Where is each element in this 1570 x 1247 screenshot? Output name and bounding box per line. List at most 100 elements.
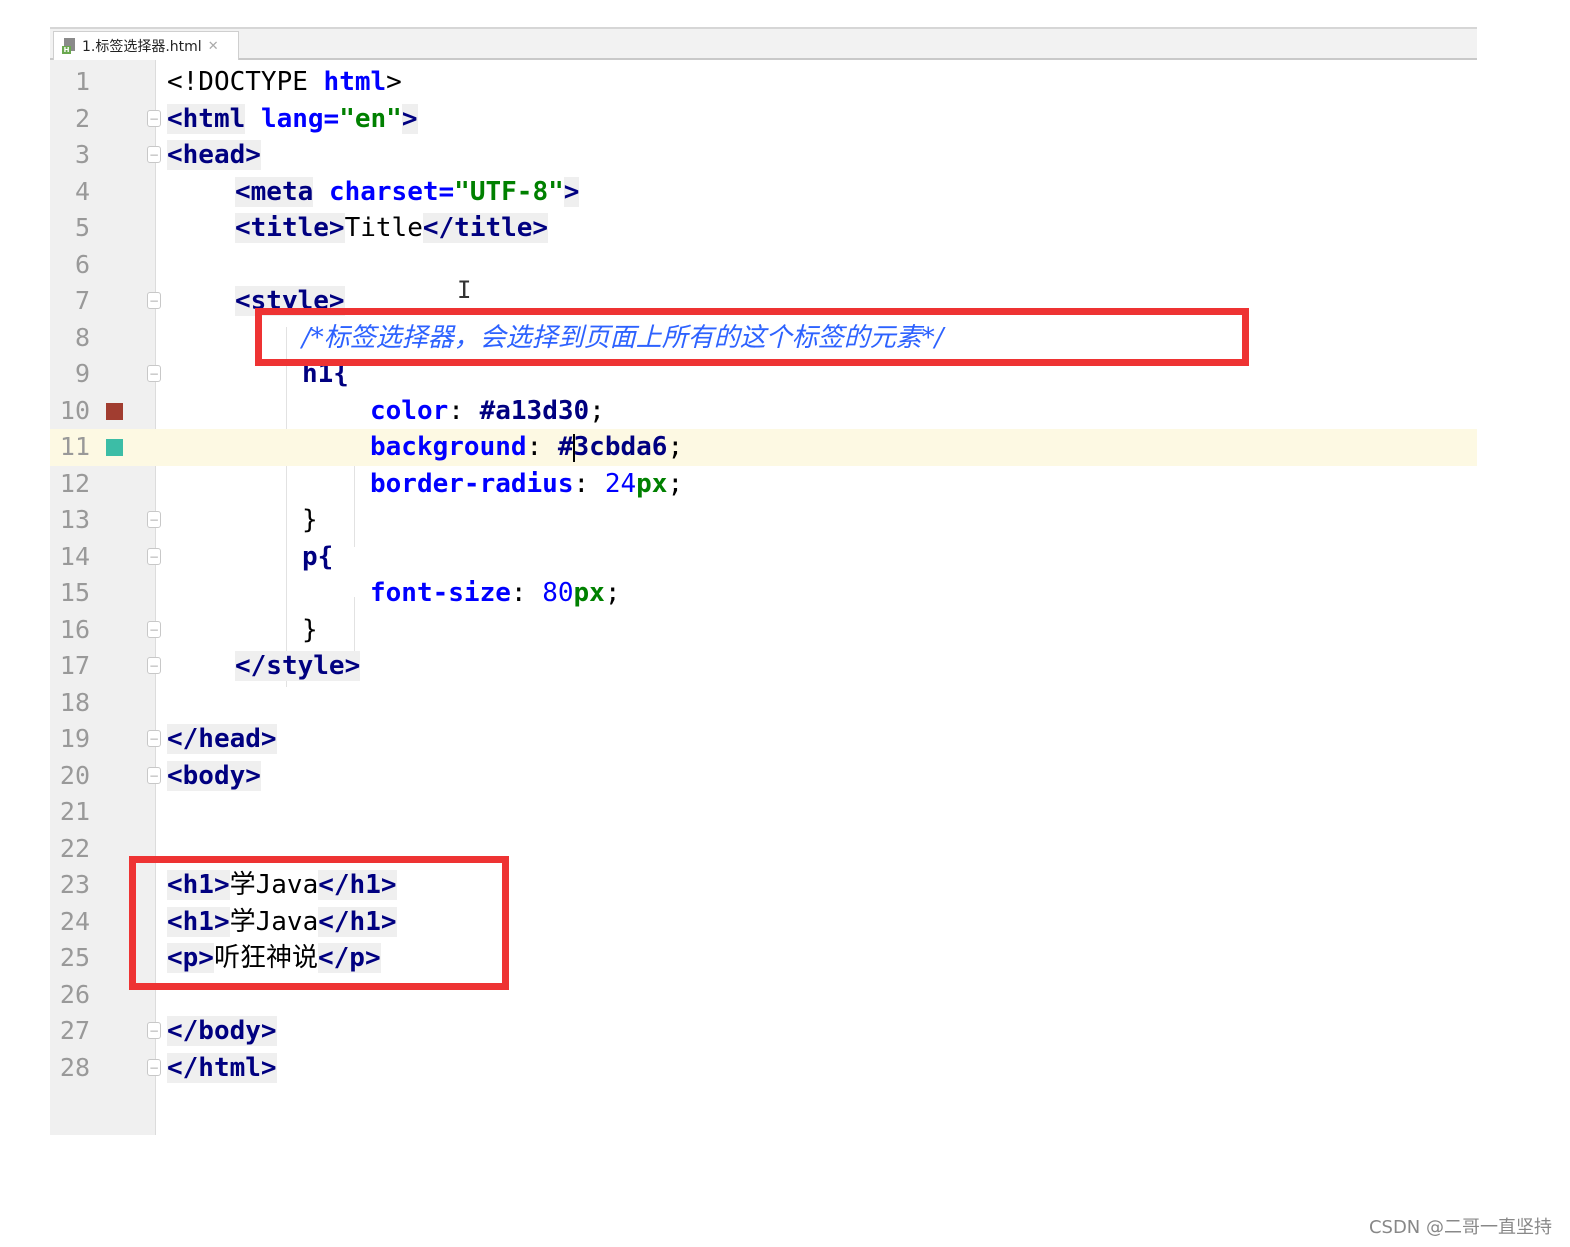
line-number: 19: [59, 724, 90, 753]
line-number: 22: [59, 833, 90, 863]
code-text[interactable]: </head>: [167, 721, 277, 758]
fold-toggle-icon[interactable]: −: [147, 766, 161, 784]
value-token: #: [557, 432, 574, 462]
annotation-box-comment: [255, 308, 1249, 366]
fold-toggle-icon[interactable]: −: [147, 547, 161, 565]
color-swatch-icon[interactable]: [106, 439, 123, 456]
line-number: 15: [59, 578, 90, 607]
attr-token: lang=: [260, 103, 340, 134]
property-token: border-radius: [370, 468, 574, 499]
line-number: 18: [59, 687, 90, 717]
tag-token: </title>: [422, 213, 549, 243]
code-text[interactable]: </html>: [167, 1050, 277, 1087]
line-number: 28: [59, 1052, 90, 1082]
string-token: "en": [339, 103, 402, 134]
code-line: 28 − </html>: [50, 1050, 1477, 1087]
fold-toggle-icon[interactable]: −: [147, 1022, 161, 1039]
colon-token: :: [448, 395, 480, 426]
line-number: 21: [59, 797, 90, 826]
fold-toggle-icon[interactable]: −: [147, 511, 161, 528]
tag-token: <html: [167, 103, 246, 134]
code-text[interactable]: <!DOCTYPE html>: [167, 64, 402, 101]
code-line: 2 − <html lang="en">: [50, 101, 1477, 138]
line-number: 27: [59, 1016, 90, 1045]
tag-token: >: [563, 176, 580, 207]
code-line: 27 − </body>: [50, 1013, 1477, 1050]
code-text[interactable]: border-radius: 24px;: [370, 466, 683, 503]
code-text[interactable]: color: #a13d30;: [370, 393, 605, 430]
code-text[interactable]: </style>: [235, 648, 361, 685]
code-line: 14 − p{: [50, 539, 1477, 576]
line-number: 7: [74, 286, 90, 315]
fold-toggle-icon[interactable]: −: [147, 109, 161, 127]
code-text[interactable]: background: #3cbda6;: [370, 429, 683, 466]
code-line: 10 color: #a13d30;: [50, 393, 1477, 430]
code-text[interactable]: <body>: [167, 758, 261, 795]
line-number: 8: [74, 322, 90, 352]
line-number: 3: [74, 140, 90, 169]
code-text[interactable]: font-size: 80px;: [370, 575, 620, 612]
html-file-icon: H: [62, 38, 76, 54]
code-text[interactable]: </body>: [167, 1013, 277, 1050]
code-line: 3 − <head>: [50, 137, 1477, 174]
close-icon[interactable]: ✕: [208, 39, 219, 54]
brace-token[interactable]: }: [302, 502, 318, 539]
code-line: 17 − </style>: [50, 648, 1477, 685]
unit-token: px: [573, 578, 605, 608]
code-line: 21: [50, 794, 1477, 831]
line-number: 23: [59, 870, 90, 899]
code-line: 1 <!DOCTYPE html>: [50, 64, 1477, 101]
tag-token: </style>: [235, 651, 361, 681]
string-token: "UTF-8": [454, 176, 564, 207]
line-number: 10: [59, 395, 90, 425]
tag-token: <body>: [167, 760, 261, 791]
color-swatch-icon[interactable]: [106, 402, 123, 420]
tag-token: </html>: [167, 1052, 277, 1083]
tab-file[interactable]: H 1.标签选择器.html ✕: [53, 31, 239, 60]
code-line: 18: [50, 685, 1477, 722]
doctype-html-token: html: [323, 67, 387, 97]
line-number: 17: [59, 651, 90, 680]
fold-toggle-icon[interactable]: −: [147, 730, 161, 747]
line-number: 13: [59, 505, 90, 534]
line-number: 24: [59, 906, 90, 936]
fold-toggle-icon[interactable]: −: [147, 1058, 161, 1076]
colon-token: :: [573, 468, 605, 499]
attr-token: charset=: [328, 176, 455, 207]
unit-token: px: [636, 468, 668, 499]
tab-filename: 1.标签选择器.html: [82, 39, 202, 55]
code-text[interactable]: <meta charset="UTF-8">: [235, 174, 580, 211]
code-line: 12 border-radius: 24px;: [50, 466, 1477, 503]
watermark: CSDN @二哥一直坚持: [1368, 1217, 1552, 1238]
tag-token: <title>: [235, 213, 345, 243]
value-token: #a13d30: [479, 395, 590, 426]
fold-toggle-icon[interactable]: −: [147, 146, 161, 163]
brace-token[interactable]: }: [302, 612, 318, 649]
code-text[interactable]: <html lang="en">: [167, 101, 418, 138]
line-number: 11: [59, 432, 90, 461]
code-line: 4 <meta charset="UTF-8">: [50, 174, 1477, 211]
line-number: 14: [59, 541, 90, 571]
code-line: 15 font-size: 80px;: [50, 575, 1477, 612]
value-token: 3cbda6: [573, 432, 668, 462]
fold-toggle-icon[interactable]: −: [147, 292, 161, 309]
code-line: 20 − <body>: [50, 758, 1477, 795]
mouse-cursor-icon: I: [457, 276, 472, 304]
tab-bar: H 1.标签选择器.html ✕: [50, 27, 1477, 60]
semicolon-token: ;: [604, 578, 621, 608]
selector-token[interactable]: p{: [302, 539, 333, 576]
code-text[interactable]: <head>: [167, 137, 261, 174]
fold-toggle-icon[interactable]: −: [147, 620, 161, 638]
property-token: font-size: [370, 578, 511, 608]
line-number: 5: [74, 213, 90, 242]
bracket-token: >: [386, 67, 402, 97]
property-token: color: [370, 395, 449, 426]
fold-toggle-icon[interactable]: −: [147, 365, 161, 382]
line-number: 25: [59, 943, 90, 972]
code-line: 6: [50, 247, 1477, 284]
line-number: 26: [59, 979, 90, 1009]
number-token: 24: [604, 468, 637, 499]
code-text[interactable]: <title>Title</title>: [235, 210, 549, 247]
line-number: 4: [74, 176, 90, 206]
fold-toggle-icon[interactable]: −: [147, 657, 161, 674]
